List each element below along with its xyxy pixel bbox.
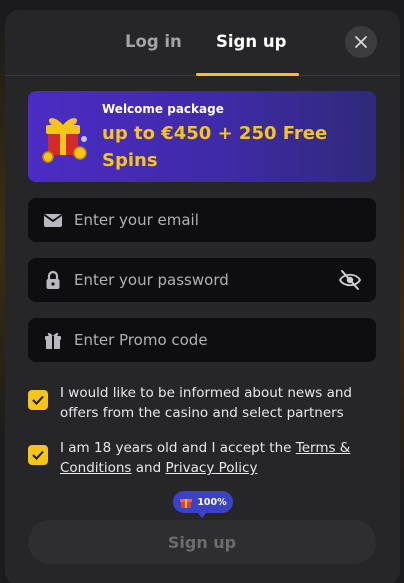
banner-kicker: Welcome package: [102, 102, 224, 116]
password-field[interactable]: [28, 258, 376, 302]
welcome-banner[interactable]: Welcome package up to €450 + 250 Free Sp…: [28, 91, 376, 182]
eye-off-icon[interactable]: [338, 269, 362, 291]
gift-icon: [42, 118, 87, 163]
privacy-link[interactable]: Privacy Policy: [165, 460, 257, 476]
email-field[interactable]: [28, 198, 376, 242]
progress-badge-label: 100%: [197, 496, 227, 508]
checkmark-icon: [32, 450, 44, 460]
close-icon: [355, 36, 367, 48]
tab-login[interactable]: Log in: [125, 32, 182, 51]
news-consent-label: I would like to be informed about news a…: [60, 385, 353, 421]
promo-input[interactable]: [74, 318, 324, 362]
close-button[interactable]: [345, 26, 377, 58]
gift-icon: [180, 499, 193, 508]
mail-icon: [43, 214, 63, 227]
news-consent-checkbox[interactable]: [28, 390, 48, 410]
checkmark-icon: [32, 395, 44, 405]
password-input[interactable]: [74, 258, 324, 302]
auth-tabs: Log in Sign up: [5, 10, 400, 76]
signup-submit-button[interactable]: Sign up: [28, 520, 376, 564]
age-consent-middle: and: [131, 460, 166, 476]
promo-field[interactable]: [28, 318, 376, 362]
promo-gift-icon: [45, 332, 61, 349]
lock-icon: [46, 270, 60, 289]
progress-badge: 100%: [173, 491, 233, 518]
banner-headline: up to €450 + 250 Free Spins: [102, 123, 328, 171]
age-consent-checkbox[interactable]: [28, 445, 48, 465]
age-consent-prefix: I am 18 years old and I accept the: [60, 440, 296, 456]
email-input[interactable]: [74, 198, 324, 242]
signup-modal: Log in Sign up Welcome package up to €45…: [5, 10, 400, 583]
active-tab-indicator: [196, 73, 299, 76]
tab-signup[interactable]: Sign up: [216, 32, 286, 51]
age-consent-label: I am 18 years old and I accept the Terms…: [60, 438, 376, 478]
